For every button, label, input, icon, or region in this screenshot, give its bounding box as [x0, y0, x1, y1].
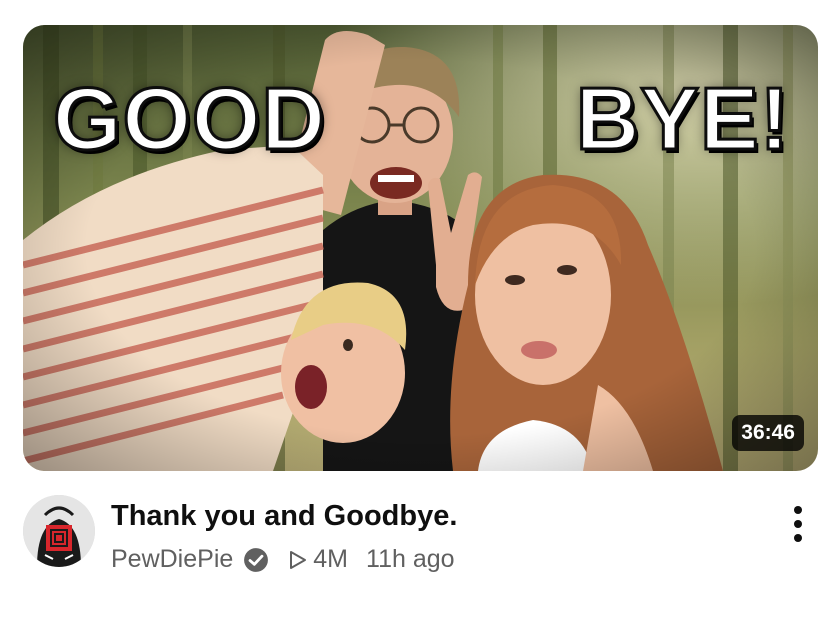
more-vertical-icon [794, 506, 802, 514]
upload-age: 11h ago [366, 545, 455, 573]
video-meta: PewDiePie 4M 11h ago [111, 545, 455, 574]
avatar-logo-icon [23, 495, 95, 567]
video-title[interactable]: Thank you and Goodbye. [111, 500, 457, 533]
video-thumbnail[interactable]: GOOD BYE! 36:46 [23, 25, 818, 471]
video-card[interactable]: GOOD BYE! 36:46 Thank you and Goodbye. P… [0, 0, 838, 626]
play-outline-icon [290, 550, 307, 569]
verified-check-icon [244, 547, 269, 572]
channel-name[interactable]: PewDiePie [111, 545, 233, 574]
more-options-button[interactable] [784, 504, 812, 544]
thumbnail-text-good: GOOD [52, 69, 327, 168]
thumbnail-text-bye: BYE! [574, 69, 790, 168]
view-count: 4M [313, 545, 349, 573]
channel-avatar[interactable] [23, 495, 95, 567]
duration-badge: 36:46 [732, 415, 804, 451]
